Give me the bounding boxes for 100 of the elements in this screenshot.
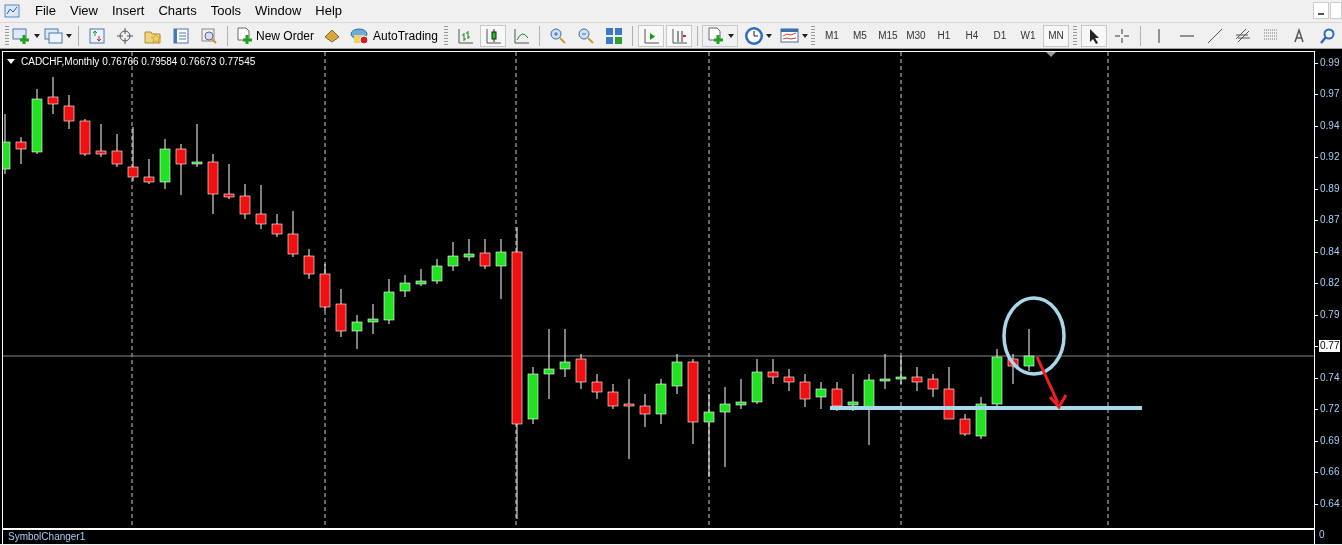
candlestick	[575, 353, 587, 390]
menu-item[interactable]: Insert	[104, 1, 152, 21]
new-order-button[interactable]: New Order	[232, 24, 317, 47]
timeframe-button[interactable]: W1	[1014, 24, 1041, 47]
menu-item[interactable]: Help	[308, 1, 350, 21]
price-axis-label: 0.97	[1320, 88, 1340, 101]
candlestick	[367, 303, 379, 335]
candlestick	[671, 353, 683, 395]
chart-shift-icon[interactable]	[637, 24, 664, 47]
candlestick	[831, 381, 843, 412]
candlestick	[543, 328, 555, 400]
template-window-icon[interactable]	[779, 26, 800, 45]
candlestick	[79, 118, 91, 157]
candlestick	[879, 353, 891, 390]
app-chart-icon[interactable]	[4, 3, 20, 19]
timeframe-button[interactable]: H4	[958, 24, 985, 47]
candlestick	[975, 396, 987, 440]
candlestick	[463, 238, 475, 262]
price-axis-label: 0.72	[1320, 403, 1340, 416]
caret-icon[interactable]	[801, 33, 808, 38]
candlestick	[815, 381, 827, 410]
timeframe-button[interactable]: MN	[1042, 24, 1069, 47]
candlestick	[31, 88, 43, 155]
auto-scroll-icon[interactable]	[665, 24, 692, 47]
timeframe-button[interactable]: M5	[846, 24, 873, 47]
timeframe-button[interactable]: D1	[986, 24, 1013, 47]
candlestick	[271, 213, 283, 238]
candlestick	[799, 373, 811, 408]
candlestick	[847, 373, 859, 412]
price-axis-label: 0.82	[1320, 277, 1340, 290]
candlestick	[47, 76, 59, 115]
price-axis-label: 0.64	[1320, 497, 1340, 510]
candlestick	[95, 123, 107, 158]
price-axis-label: 0.84	[1320, 245, 1340, 258]
candle-chart-icon[interactable]	[479, 24, 506, 47]
menu-item[interactable]: File	[28, 1, 63, 21]
candlestick	[895, 355, 907, 385]
candlestick	[527, 366, 539, 425]
candlestick	[495, 238, 507, 300]
price-axis-label: 0.66	[1320, 466, 1340, 479]
timeframe-button[interactable]: M15	[874, 24, 901, 47]
candlestick	[191, 123, 203, 168]
candlestick	[111, 133, 123, 168]
candlestick	[607, 383, 619, 410]
menu-item[interactable]: Charts	[151, 1, 204, 21]
candlestick	[159, 138, 171, 190]
price-axis-label: 0.89	[1320, 182, 1340, 195]
minimize-button[interactable]	[1313, 2, 1329, 19]
candlestick	[63, 94, 75, 130]
price-axis-label: 0.79	[1320, 308, 1340, 321]
candlestick	[479, 238, 491, 270]
menu-item[interactable]: Window	[248, 1, 309, 21]
clock-icon[interactable]	[743, 25, 764, 46]
candlestick	[927, 373, 939, 398]
candlestick	[447, 241, 459, 272]
down-arrow	[1035, 355, 1068, 410]
timeframe-button[interactable]: H1	[930, 24, 957, 47]
candlestick	[255, 184, 267, 230]
caret-icon[interactable]	[66, 33, 72, 38]
price-axis-label: 0.94	[1320, 119, 1340, 132]
caret-icon[interactable]	[765, 33, 772, 38]
candlestick	[127, 126, 139, 182]
document-plus-icon	[235, 26, 253, 45]
price-axis-label: 0.74	[1320, 371, 1340, 384]
chart-symbol-title: CADCHF,Monthly	[21, 55, 100, 69]
price-axis-label: 0	[1319, 529, 1325, 540]
menu-item[interactable]: Tools	[203, 1, 249, 21]
candlestick	[175, 143, 187, 196]
candlestick	[655, 378, 667, 425]
timeframe-button[interactable]: M1	[818, 24, 845, 47]
candlestick	[239, 183, 251, 220]
timeframe-button[interactable]: M30	[902, 24, 929, 47]
candlestick	[431, 258, 443, 285]
menu-item[interactable]: View	[62, 1, 105, 21]
price-axis-label: 0.69	[1320, 434, 1340, 447]
autotrading-button[interactable]: AutoTrading	[347, 24, 441, 47]
candlestick	[15, 136, 27, 165]
indicator-title: SymbolChanger1	[8, 531, 86, 543]
candlestick	[1007, 353, 1019, 385]
candlestick	[959, 413, 971, 437]
caret-icon[interactable]	[727, 33, 734, 38]
price-axis-label: 0.99	[1320, 57, 1340, 69]
candlestick	[351, 314, 363, 350]
candlestick	[287, 210, 299, 258]
candlestick	[319, 263, 331, 312]
current-price-label: 0.77	[1319, 340, 1341, 353]
candlestick	[223, 163, 235, 200]
candlestick	[559, 328, 571, 378]
price-axis-label: 0.92	[1320, 151, 1340, 164]
candlestick	[143, 158, 155, 185]
price-axis-label: 0.87	[1320, 214, 1340, 227]
candlestick	[591, 373, 603, 400]
candlestick	[783, 368, 795, 392]
candlestick	[303, 248, 315, 280]
candlestick	[335, 288, 347, 338]
caret-icon[interactable]	[34, 33, 40, 38]
dropdown-triangle-icon[interactable]	[7, 59, 15, 64]
candlestick	[767, 358, 779, 385]
candlestick	[383, 278, 395, 325]
ohlc-values: 0.76766 0.79584 0.76673 0.77545	[102, 55, 256, 69]
